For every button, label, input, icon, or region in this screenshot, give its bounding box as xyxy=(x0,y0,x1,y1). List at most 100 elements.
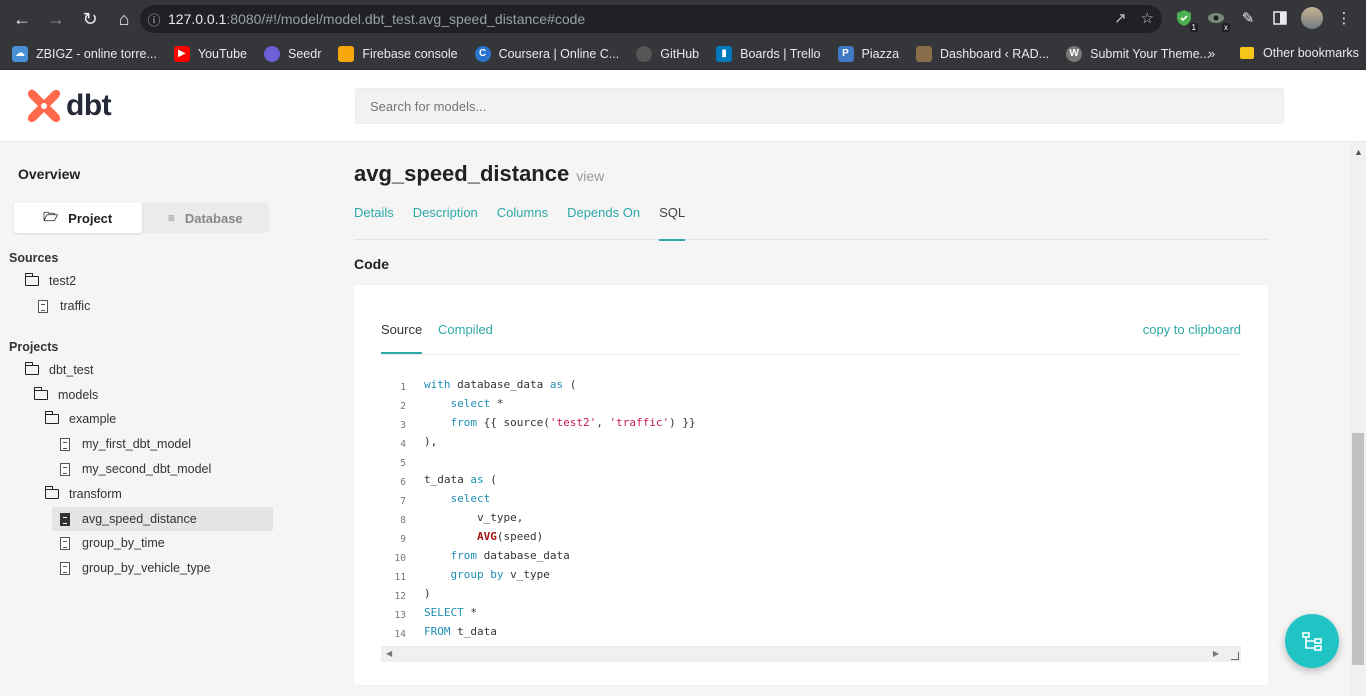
reload-icon[interactable]: ↻ xyxy=(74,3,106,35)
folder-open-icon: 🗁 xyxy=(43,209,59,224)
url-text[interactable]: 127.0.0.1:8080/#!/model/model.dbt_test.a… xyxy=(168,11,585,27)
extensions-puzzle-icon[interactable]: ✎ xyxy=(1236,6,1260,30)
folder-icon xyxy=(44,486,59,499)
file-icon xyxy=(60,512,70,526)
forward-icon[interactable]: → xyxy=(40,3,72,35)
tree-node-group-by-vehicle-type[interactable]: group_by_vehicle_type xyxy=(57,556,211,580)
back-icon[interactable]: ← xyxy=(6,3,38,35)
trello-icon: ▮ xyxy=(716,45,733,62)
dbt-logo-icon xyxy=(27,89,61,123)
piazza-icon: P xyxy=(837,45,854,62)
code-line: 13 SELECT * xyxy=(394,606,477,621)
home-icon[interactable]: ⌂ xyxy=(108,3,140,35)
code-line: 7 select xyxy=(400,492,491,507)
coursera-icon: C xyxy=(474,45,491,62)
tab-depends-on[interactable]: Depends On xyxy=(567,205,640,240)
code-line: 5 xyxy=(400,458,406,469)
tab-sql[interactable]: SQL xyxy=(659,205,686,241)
bookmark-zbigz[interactable]: ☁ ZBIGZ - online torre... xyxy=(12,45,157,62)
scroll-right-icon[interactable]: ▶ xyxy=(1213,649,1219,658)
code-block[interactable]: 1 with database_data as ( 2 select * 3 fr… xyxy=(381,375,1241,641)
tree-node-avg-speed-distance[interactable]: avg_speed_distance xyxy=(52,507,273,531)
scroll-left-icon[interactable]: ◀ xyxy=(386,649,392,658)
code-section-heading: Code xyxy=(354,256,389,272)
bookmark-coursera[interactable]: C Coursera | Online C... xyxy=(474,45,619,62)
code-line: 10 from database_data xyxy=(394,549,570,564)
tree-node-transform[interactable]: transform xyxy=(44,482,122,506)
file-icon xyxy=(60,437,70,451)
code-card: Source Compiled copy to clipboard 1 with … xyxy=(354,285,1268,685)
bookmark-piazza[interactable]: P Piazza xyxy=(837,45,899,62)
bookmark-github[interactable]: GitHub xyxy=(636,45,699,62)
code-line: 1 with database_data as ( xyxy=(400,378,577,393)
tab-description[interactable]: Description xyxy=(413,205,478,240)
file-icon xyxy=(60,536,70,550)
resize-grip-icon[interactable] xyxy=(1231,652,1239,660)
projects-heading: Projects xyxy=(9,340,59,354)
github-icon xyxy=(636,45,653,62)
bookmark-trello[interactable]: ▮ Boards | Trello xyxy=(716,45,821,62)
shield-extension-icon[interactable]: 1 xyxy=(1172,6,1198,32)
lineage-graph-button[interactable] xyxy=(1285,614,1339,668)
firebase-icon xyxy=(338,45,355,62)
search-input[interactable] xyxy=(355,88,1284,124)
tab-compiled[interactable]: Compiled xyxy=(438,322,493,354)
eye-extension-icon[interactable]: x xyxy=(1204,6,1230,32)
address-bar[interactable]: ⓘ 127.0.0.1:8080/#!/model/model.dbt_test… xyxy=(140,5,1162,33)
code-line: 11 group by v_type xyxy=(394,568,550,583)
folder-icon xyxy=(1240,47,1254,59)
app-header: dbt xyxy=(0,70,1366,142)
project-toggle-button[interactable]: 🗁 Project xyxy=(14,203,142,233)
share-icon[interactable]: ↗ xyxy=(1114,9,1127,27)
copy-to-clipboard-button[interactable]: copy to clipboard xyxy=(1143,322,1241,337)
more-bookmarks-button[interactable]: » xyxy=(1208,46,1215,61)
scrollbar-thumb[interactable] xyxy=(1352,433,1364,665)
menu-kebab-icon[interactable]: ⋮ xyxy=(1332,6,1356,30)
dbt-logo[interactable]: dbt xyxy=(26,88,112,124)
bookmark-youtube[interactable]: ▶ YouTube xyxy=(173,45,247,62)
other-bookmarks-folder[interactable]: Other bookmarks xyxy=(1240,46,1359,60)
overview-link[interactable]: Overview xyxy=(18,166,80,182)
database-toggle-button[interactable]: ≡ Database xyxy=(142,203,270,233)
folder-icon xyxy=(33,387,48,400)
code-tabs: Source Compiled copy to clipboard xyxy=(381,313,1241,355)
wordpress-icon: W xyxy=(1066,45,1083,62)
tree-node-my-first-dbt-model[interactable]: my_first_dbt_model xyxy=(57,432,191,456)
extension-badge: x xyxy=(1222,23,1230,32)
code-line: 14 FROM t_data xyxy=(394,625,497,640)
code-line: 8 v_type, xyxy=(400,511,524,526)
tree-node-traffic[interactable]: traffic xyxy=(35,294,90,318)
tab-details[interactable]: Details xyxy=(354,205,394,240)
vertical-scrollbar[interactable]: ▲ xyxy=(1350,143,1366,696)
scroll-up-icon[interactable]: ▲ xyxy=(1354,147,1363,157)
tree-node-my-second-dbt-model[interactable]: my_second_dbt_model xyxy=(57,457,211,481)
model-name: avg_speed_distance xyxy=(354,161,570,186)
main-content: avg_speed_distance view Details Descript… xyxy=(285,143,1350,696)
bookmark-dashboard[interactable]: Dashboard ‹ RAD... xyxy=(916,45,1049,62)
bookmark-firebase[interactable]: Firebase console xyxy=(338,45,458,62)
tree-node-test2[interactable]: test2 xyxy=(24,269,76,293)
tree-node-dbt-test[interactable]: dbt_test xyxy=(24,358,93,382)
model-kind: view xyxy=(576,168,605,184)
extension-badge: 1 xyxy=(1189,23,1198,32)
tree-icon: ≡ xyxy=(167,211,175,225)
tree-node-group-by-time[interactable]: group_by_time xyxy=(57,531,165,555)
tab-columns[interactable]: Columns xyxy=(497,205,548,240)
bookmarks-bar: ☁ ZBIGZ - online torre... ▶ YouTube Seedr … xyxy=(0,38,1366,70)
tree-node-models[interactable]: models xyxy=(33,383,98,407)
tab-source[interactable]: Source xyxy=(381,322,423,354)
model-tabs: Details Description Columns Depends On S… xyxy=(354,205,1268,241)
bookmark-star-icon[interactable]: ☆ xyxy=(1141,9,1154,27)
youtube-icon: ▶ xyxy=(173,45,190,62)
project-database-toggle: 🗁 Project ≡ Database xyxy=(14,203,269,233)
bookmark-seedr[interactable]: Seedr xyxy=(264,45,321,62)
code-line: 12) xyxy=(394,587,431,602)
code-line: 4), xyxy=(400,435,438,450)
file-icon xyxy=(60,561,70,575)
horizontal-scrollbar[interactable]: ◀ ▶ xyxy=(381,646,1241,662)
profile-avatar[interactable] xyxy=(1300,6,1324,30)
tree-node-example[interactable]: example xyxy=(44,407,116,431)
bookmark-wordpress[interactable]: W Submit Your Theme... xyxy=(1066,45,1210,62)
site-info-icon[interactable]: ⓘ xyxy=(140,10,168,29)
side-panel-icon[interactable] xyxy=(1268,6,1292,30)
